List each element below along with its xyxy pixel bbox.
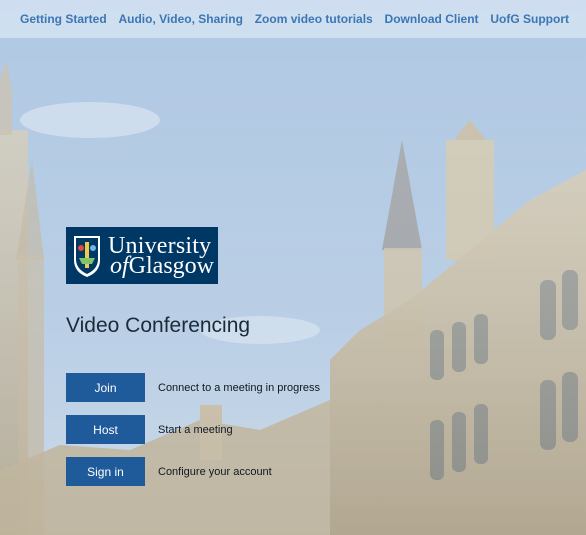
sign-in-description: Configure your account — [158, 465, 272, 478]
top-navigation: Getting Started Audio, Video, Sharing Zo… — [0, 0, 586, 38]
nav-zoom-video-tutorials[interactable]: Zoom video tutorials — [255, 12, 373, 26]
sign-in-button[interactable]: Sign in — [66, 457, 145, 486]
university-logo: University ofGlasgow — [66, 227, 218, 284]
host-button[interactable]: Host — [66, 415, 145, 444]
action-row-sign-in: Sign in Configure your account — [66, 457, 320, 486]
nav-audio-video-sharing[interactable]: Audio, Video, Sharing — [118, 12, 242, 26]
nav-uofg-support[interactable]: UofG Support — [490, 12, 569, 26]
host-description: Start a meeting — [158, 423, 233, 436]
logo-of-word: of — [110, 252, 129, 279]
action-row-host: Host Start a meeting — [66, 415, 320, 444]
crest-icon — [74, 235, 100, 277]
join-description: Connect to a meeting in progress — [158, 381, 321, 394]
nav-getting-started[interactable]: Getting Started — [20, 12, 107, 26]
page-title: Video Conferencing — [66, 314, 251, 337]
join-button[interactable]: Join — [66, 373, 145, 402]
logo-wordmark: University ofGlasgow — [108, 234, 214, 279]
action-row-join: Join Connect to a meeting in progress — [66, 373, 320, 402]
action-list: Join Connect to a meeting in progress Ho… — [66, 373, 320, 499]
logo-glasgow-word: Glasgow — [128, 252, 214, 279]
nav-download-client[interactable]: Download Client — [385, 12, 479, 26]
logo-line-of-glasgow: ofGlasgow — [108, 252, 214, 279]
